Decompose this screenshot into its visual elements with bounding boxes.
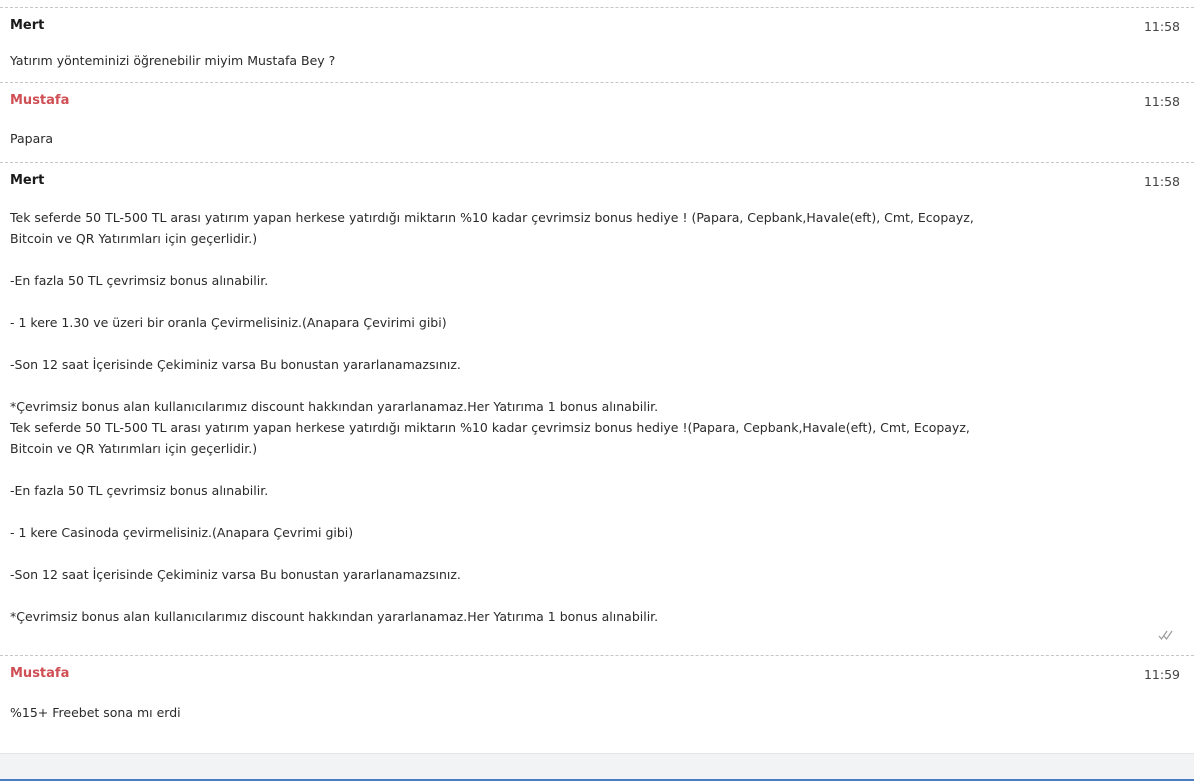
message-body: Tek seferde 50 TL-500 TL arası yatırım y… xyxy=(10,207,1150,627)
message-body: Papara xyxy=(10,128,1150,149)
double-check-icon xyxy=(1158,630,1173,640)
message-line: Papara xyxy=(10,131,54,146)
sender-name: Mert xyxy=(10,173,45,188)
chat-message: Mert 11:58 Yatırım yönteminizi öğrenebil… xyxy=(0,7,1194,81)
message-line: Yatırım yönteminizi öğrenebilir miyim Mu… xyxy=(10,53,336,68)
chat-message: Mert 11:58 Tek seferde 50 TL-500 TL aras… xyxy=(0,162,1194,654)
message-line: -En fazla 50 TL çevrimsiz bonus alınabil… xyxy=(10,273,269,288)
message-line: -Son 12 saat İçerisinde Çekiminiz varsa … xyxy=(10,567,461,582)
message-body: Yatırım yönteminizi öğrenebilir miyim Mu… xyxy=(10,50,1150,71)
message-time: 11:58 xyxy=(1143,19,1180,34)
message-line: -Son 12 saat İçerisinde Çekiminiz varsa … xyxy=(10,357,461,372)
message-time: 11:58 xyxy=(1143,174,1180,189)
sender-name: Mustafa xyxy=(10,93,70,108)
message-line: Tek seferde 50 TL-500 TL arası yatırım y… xyxy=(10,420,970,435)
message-time: 11:59 xyxy=(1143,667,1180,682)
message-line: *Çevrimsiz bonus alan kullanıcılarımız d… xyxy=(10,399,659,414)
message-line: Bitcoin ve QR Yatırımları için geçerlidi… xyxy=(10,441,258,456)
sender-name: Mustafa xyxy=(10,666,70,681)
sender-name: Mert xyxy=(10,18,45,33)
message-line: Tek seferde 50 TL-500 TL arası yatırım y… xyxy=(10,210,974,225)
message-line: %15+ Freebet sona mı erdi xyxy=(10,705,181,720)
message-time: 11:58 xyxy=(1143,94,1180,109)
chat-message: Mustafa 11:59 %15+ Freebet sona mı erdi xyxy=(0,655,1194,753)
chat-transcript: Mert 11:58 Yatırım yönteminizi öğrenebil… xyxy=(0,0,1194,781)
message-body: %15+ Freebet sona mı erdi xyxy=(10,702,1150,723)
message-line: Bitcoin ve QR Yatırımları için geçerlidi… xyxy=(10,231,258,246)
message-line: -En fazla 50 TL çevrimsiz bonus alınabil… xyxy=(10,483,269,498)
chat-footer xyxy=(0,753,1194,781)
message-line: *Çevrimsiz bonus alan kullanıcılarımız d… xyxy=(10,609,659,624)
message-line: - 1 kere Casinoda çevirmelisiniz.(Anapar… xyxy=(10,525,354,540)
chat-message: Mustafa 11:58 Papara xyxy=(0,82,1194,161)
message-line: - 1 kere 1.30 ve üzeri bir oranla Çevirm… xyxy=(10,315,447,330)
